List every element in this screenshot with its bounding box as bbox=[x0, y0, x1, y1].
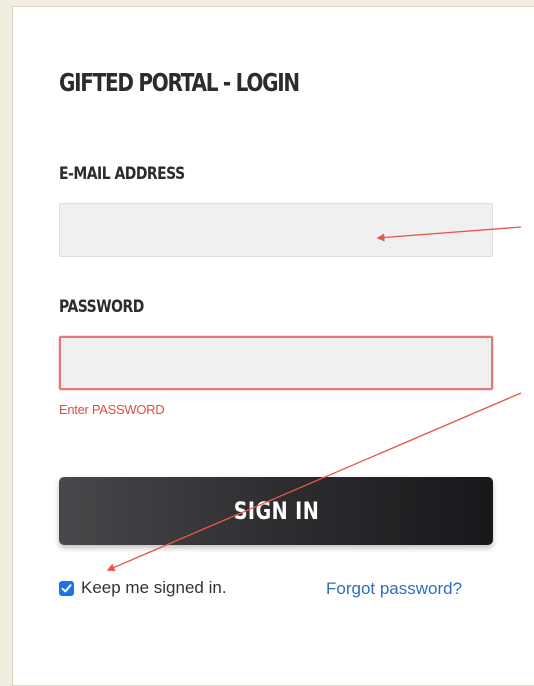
password-field[interactable] bbox=[59, 336, 493, 390]
sign-in-label: SIGN IN bbox=[233, 497, 319, 525]
page-title: GIFTED PORTAL - LOGIN bbox=[59, 68, 300, 97]
password-label: PASSWORD bbox=[59, 297, 144, 317]
password-error-message: Enter PASSWORD bbox=[59, 402, 165, 417]
email-label: E-MAIL ADDRESS bbox=[59, 164, 185, 184]
email-field[interactable] bbox=[59, 203, 493, 257]
keep-signed-in-label: Keep me signed in. bbox=[81, 578, 227, 597]
keep-signed-in-checkbox[interactable] bbox=[59, 580, 74, 596]
keep-signed-in-option[interactable]: Keep me signed in. bbox=[59, 578, 227, 598]
sign-in-button[interactable]: SIGN IN bbox=[59, 477, 493, 545]
check-icon bbox=[61, 583, 72, 592]
forgot-password-link[interactable]: Forgot password? bbox=[326, 579, 462, 599]
